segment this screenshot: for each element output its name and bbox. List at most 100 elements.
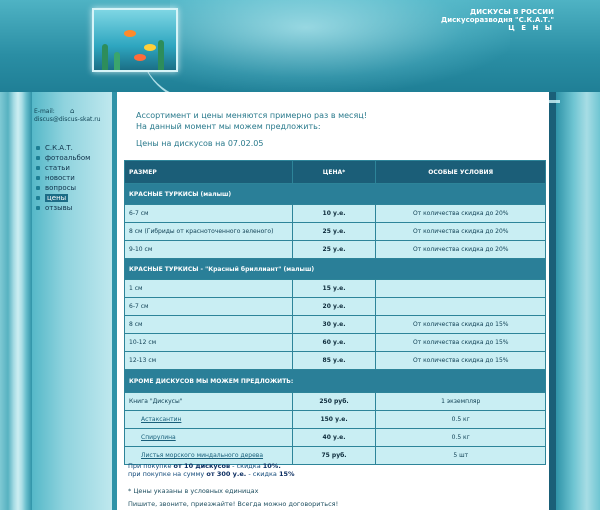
- cell-price: 250 руб.: [291, 392, 377, 411]
- table-row: 8 см 30 у.е. От количества скидка до 15%: [124, 315, 546, 334]
- table-row: 1 см 15 у.е.: [124, 279, 546, 298]
- cell-price: 25 у.е.: [291, 240, 377, 259]
- table-row: 8 см (Гибриды от красноточенного зеленог…: [124, 222, 546, 241]
- fish-icon: [144, 44, 156, 51]
- aquarium-image: [92, 8, 178, 72]
- cell-size: 12-13 см: [124, 351, 293, 370]
- price-date: Цены на дискусов на 07.02.05: [136, 139, 264, 148]
- section-title: КРОМЕ ДИСКУСОВ МЫ МОЖЕМ ПРЕДЛОЖИТЬ:: [124, 369, 546, 393]
- discount-bold: от 300 у.е.: [206, 469, 247, 478]
- discount-info: При покупке от 10 дискусов - скидка 10%.…: [128, 462, 295, 479]
- table-row: 10-12 см 60 у.е. От количества скидка до 1…: [124, 333, 546, 352]
- header-size: РАЗМЕР: [124, 160, 293, 184]
- sidebar-item-label: С.К.А.Т.: [45, 144, 73, 152]
- discount-line2: при покупке на сумму от 300 у.е. - скидк…: [128, 469, 295, 479]
- sidebar-item-label: новости: [45, 174, 75, 182]
- cell-size: 1 см: [124, 279, 293, 298]
- home-icon[interactable]: ⌂: [70, 108, 76, 115]
- cell-size: 10-12 см: [124, 333, 293, 352]
- sidebar-item-skat[interactable]: С.К.А.Т.: [36, 143, 90, 153]
- cell-conditions: [375, 297, 546, 316]
- cell-price: 40 у.е.: [291, 428, 377, 447]
- right-decoration: [556, 92, 600, 510]
- header-price: ЦЕНА*: [291, 160, 377, 184]
- weed-icon: [158, 40, 164, 70]
- price-table: РАЗМЕР ЦЕНА* ОСОБЫЕ УСЛОВИЯ КРАСНЫЕ ТУРК…: [124, 160, 546, 465]
- section-title: КРАСНЫЕ ТУРКИСЫ - "Красный бриллиант" (м…: [124, 258, 546, 280]
- cell-conditions: От количества скидка до 15%: [375, 315, 546, 334]
- intro-line1: Ассортимент и цены меняются примерно раз…: [136, 111, 367, 120]
- cell-conditions: 1 экземпляр: [375, 392, 546, 411]
- product-link-astaxanthin[interactable]: Астаксантин: [129, 416, 181, 423]
- sidebar-menu: С.К.А.Т. фотоальбом статьи новости вопро…: [36, 143, 90, 213]
- currency-note: * Цены указаны в условных единицах: [128, 487, 259, 495]
- sidebar-item-reviews[interactable]: отзывы: [36, 203, 90, 213]
- table-row: 6-7 см 10 у.е. От количества скидка до 20%: [124, 204, 546, 223]
- cell-price: 30 у.е.: [291, 315, 377, 334]
- site-title-line2: Дискусоразводня "С.К.А.Т.": [440, 16, 554, 24]
- cell-price: 85 у.е.: [291, 351, 377, 370]
- header-conditions: ОСОБЫЕ УСЛОВИЯ: [375, 160, 546, 184]
- sidebar-item-articles[interactable]: статьи: [36, 163, 90, 173]
- contact-block: E-mail: discus@discus-skat.ru: [34, 108, 101, 124]
- email-label: E-mail:: [34, 108, 55, 115]
- sidebar-item-label: цены: [45, 194, 69, 202]
- cell-size: 6-7 см: [124, 297, 293, 316]
- section-title: КРАСНЫЕ ТУРКИСЫ (малыш): [124, 183, 546, 205]
- cell-conditions: 5 шт: [375, 446, 546, 465]
- site-title: ДИСКУСЫ В РОССИИ Дискусоразводня "С.К.А.…: [441, 8, 554, 32]
- cell-price: 15 у.е.: [291, 279, 377, 298]
- intro-text: Ассортимент и цены меняются примерно раз…: [136, 110, 367, 132]
- fish-icon: [124, 30, 136, 37]
- product-link-almond-leaves[interactable]: Листья морского миндального дерева: [129, 452, 263, 459]
- cell-size: 8 см (Гибриды от красноточенного зеленог…: [124, 222, 293, 241]
- bullet-icon: [36, 186, 40, 190]
- section-row: КРОМЕ ДИСКУСОВ МЫ МОЖЕМ ПРЕДЛОЖИТЬ:: [124, 369, 546, 393]
- cell-price: 75 руб.: [291, 446, 377, 465]
- cell-conditions: От количества скидка до 20%: [375, 204, 546, 223]
- bullet-icon: [36, 206, 40, 210]
- cell-conditions: От количества скидка до 15%: [375, 351, 546, 370]
- sidebar-item-label: статьи: [45, 164, 70, 172]
- table-row: 9-10 см 25 у.е. От количества скидка до 20…: [124, 240, 546, 259]
- cell-conditions: 0.5 кг: [375, 428, 546, 447]
- table-row: Книга "Дискусы" 250 руб. 1 экземпляр: [124, 392, 546, 411]
- table-header-row: РАЗМЕР ЦЕНА* ОСОБЫЕ УСЛОВИЯ: [124, 160, 546, 184]
- fish-icon: [134, 54, 146, 61]
- site-title-line3: Ц Е Н Ы: [508, 24, 554, 32]
- discount-text: при покупке на сумму: [128, 469, 207, 478]
- weed-icon: [102, 44, 108, 70]
- sidebar-item-label: фотоальбом: [45, 154, 91, 162]
- table-row: 12-13 см 85 у.е. От количества скидка до 1…: [124, 351, 546, 370]
- cell-price: 25 у.е.: [291, 222, 377, 241]
- sidebar-item-news[interactable]: новости: [36, 173, 90, 183]
- header-banner: ДИСКУСЫ В РОССИИ Дискусоразводня "С.К.А.…: [0, 0, 600, 103]
- bullet-icon: [36, 176, 40, 180]
- intro-line2: На данный момент мы можем предложить:: [136, 122, 321, 131]
- cell-size: Астаксантин: [124, 410, 293, 429]
- cell-price: 60 у.е.: [291, 333, 377, 352]
- cell-price: 150 у.е.: [291, 410, 377, 429]
- cell-conditions: От количества скидка до 20%: [375, 222, 546, 241]
- sidebar-item-label: отзывы: [45, 204, 73, 212]
- table-row: Астаксантин 150 у.е. 0.5 кг: [124, 410, 546, 429]
- product-link-spirulina[interactable]: Спирулина: [129, 434, 176, 441]
- sidebar-item-questions[interactable]: вопросы: [36, 183, 90, 193]
- cell-size: 8 см: [124, 315, 293, 334]
- section-row: КРАСНЫЕ ТУРКИСЫ (малыш): [124, 183, 546, 205]
- table-row: Спирулина 40 у.е. 0.5 кг: [124, 428, 546, 447]
- sidebar-item-photoalbum[interactable]: фотоальбом: [36, 153, 90, 163]
- cell-conditions: От количества скидка до 20%: [375, 240, 546, 259]
- weed-icon: [114, 52, 120, 70]
- bullet-icon: [36, 166, 40, 170]
- contact-note: Пишите, звоните, приезжайте! Всегда можн…: [128, 500, 339, 508]
- bullet-icon: [36, 156, 40, 160]
- sidebar-item-label: вопросы: [45, 184, 77, 192]
- section-row: КРАСНЫЕ ТУРКИСЫ - "Красный бриллиант" (м…: [124, 258, 546, 280]
- cell-size: 6-7 см: [124, 204, 293, 223]
- sidebar-item-prices[interactable]: цены: [36, 193, 90, 203]
- bullet-icon: [36, 146, 40, 150]
- cell-size: 9-10 см: [124, 240, 293, 259]
- email-link[interactable]: discus@discus-skat.ru: [34, 116, 101, 124]
- site-title-line1: ДИСКУСЫ В РОССИИ: [469, 8, 554, 16]
